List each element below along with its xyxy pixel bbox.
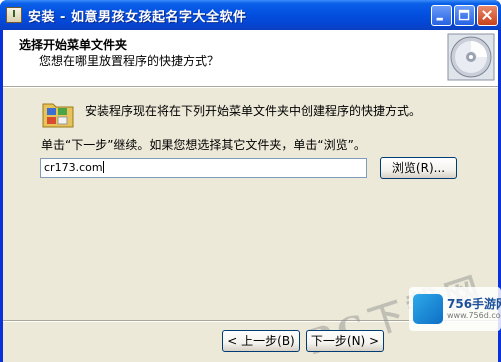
maximize-icon: [458, 9, 470, 21]
minimize-icon: [436, 17, 443, 21]
close-icon: [482, 10, 492, 20]
maximize-button[interactable]: [454, 5, 475, 26]
page-title: 选择开始菜单文件夹: [19, 38, 128, 52]
page-subtitle: 您想在哪里放置程序的快捷方式？: [39, 54, 220, 68]
browse-button[interactable]: 浏览(R)...: [380, 157, 457, 179]
installer-window: I 安装 - 如意男孩女孩起名字大全软件 选择开始菜单文件夹 您想在哪里放置程序…: [0, 0, 501, 362]
watermark-logo-text: 756手游网: [447, 297, 501, 311]
wizard-header: 选择开始菜单文件夹 您想在哪里放置程序的快捷方式？: [3, 30, 498, 87]
window-title: 安装 - 如意男孩女孩起名字大全软件: [28, 10, 247, 25]
watermark-logo-icon: [413, 294, 443, 324]
back-button[interactable]: < 上一步(B): [222, 330, 300, 352]
next-button[interactable]: 下一步(N) >: [306, 330, 384, 352]
setup-app-icon: I: [6, 7, 22, 23]
folder-input-value: cr173.com: [44, 161, 103, 174]
watermark-logo-sub: www.756d.com: [447, 311, 501, 320]
close-button[interactable]: [477, 5, 498, 26]
install-cd-icon: [447, 33, 495, 81]
instruction-text: 单击“下一步”继续。如果您想选择其它文件夹，单击“浏览”。: [41, 138, 366, 152]
text-caret: [102, 161, 104, 173]
header-separator: [3, 87, 498, 88]
watermark-logo: 756手游网 www.756d.com: [409, 287, 501, 331]
title-bar[interactable]: I 安装 - 如意男孩女孩起名字大全软件: [0, 0, 501, 30]
start-menu-folder-input[interactable]: cr173.com: [40, 158, 367, 178]
minimize-button[interactable]: [431, 5, 452, 26]
start-menu-folder-icon: [42, 103, 74, 128]
info-text: 安装程序现在将在下列开始菜单文件夹中创建程序的快捷方式。: [85, 104, 422, 118]
